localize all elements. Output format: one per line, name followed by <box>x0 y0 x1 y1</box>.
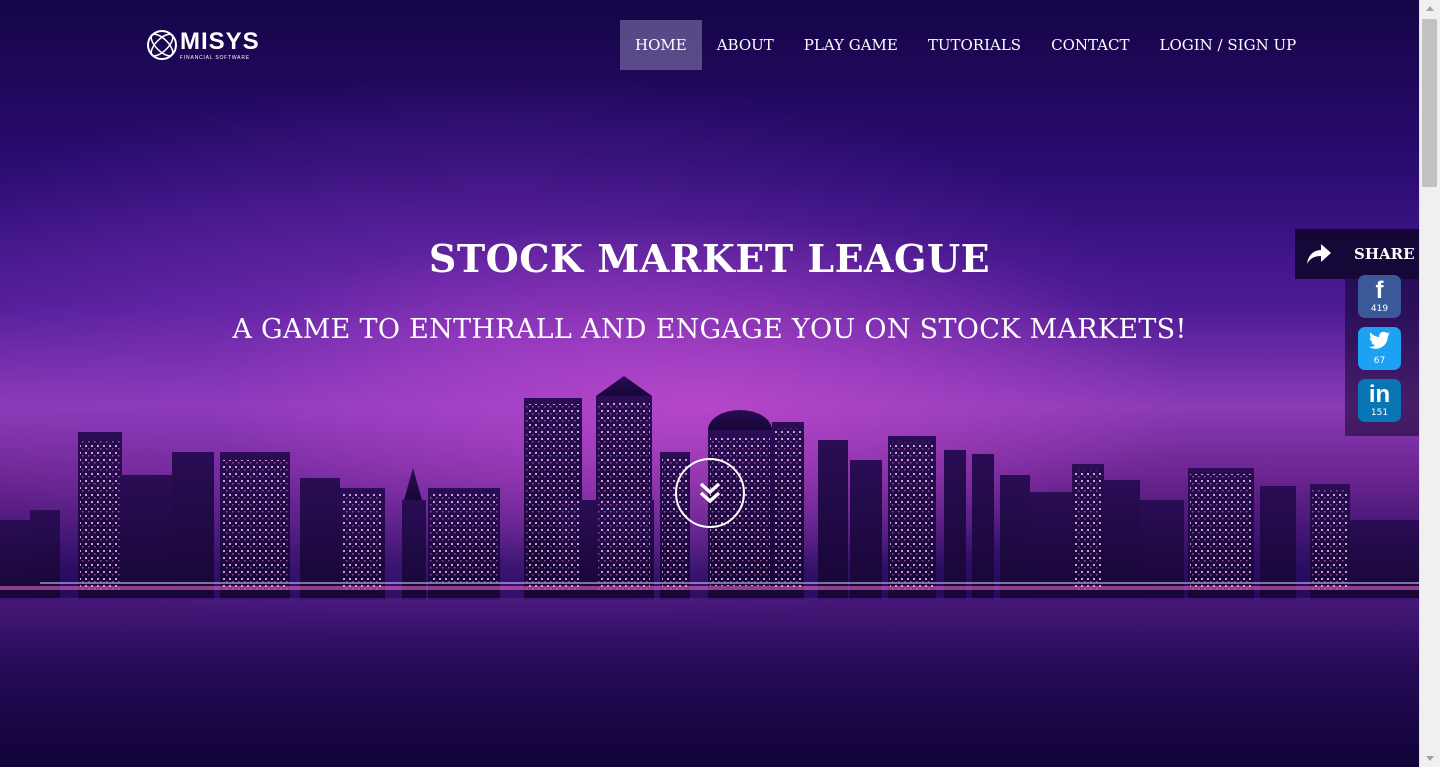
brand-tagline: FINANCIAL SOFTWARE <box>180 54 250 61</box>
brand-logo[interactable]: MISYS FINANCIAL SOFTWARE <box>146 28 260 62</box>
page: MISYS FINANCIAL SOFTWARE HOME ABOUT PLAY… <box>0 0 1440 767</box>
facebook-share-button[interactable]: f 419 <box>1358 275 1401 318</box>
vertical-scrollbar[interactable] <box>1419 0 1440 767</box>
twitter-share-button[interactable]: 67 <box>1358 327 1401 370</box>
facebook-icon: f <box>1375 277 1384 304</box>
nav-login-signup[interactable]: LOGIN / SIGN UP <box>1145 20 1312 70</box>
hero-section <box>0 0 1419 767</box>
hero-title: STOCK MARKET LEAGUE <box>428 236 991 281</box>
share-label: SHARE <box>1354 245 1415 263</box>
site-header: MISYS FINANCIAL SOFTWARE HOME ABOUT PLAY… <box>0 0 1419 90</box>
brand-name: MISYS <box>180 27 260 55</box>
logo-text: MISYS FINANCIAL SOFTWARE <box>180 27 260 61</box>
scrollbar-thumb[interactable] <box>1422 19 1437 187</box>
nav-about[interactable]: ABOUT <box>702 20 789 70</box>
scroll-down-arrow[interactable] <box>1420 750 1440 767</box>
linkedin-icon: in <box>1368 381 1391 408</box>
twitter-share-count: 67 <box>1373 356 1386 366</box>
share-header[interactable]: SHARE <box>1295 229 1419 279</box>
scroll-up-arrow-icon <box>1426 6 1434 11</box>
share-panel: SHARE f 419 67 in 151 <box>1295 229 1419 436</box>
share-buttons: f 419 67 in 151 <box>1345 275 1419 436</box>
scroll-up-arrow[interactable] <box>1420 0 1440 17</box>
twitter-bird-icon <box>1368 331 1391 349</box>
double-chevron-down-icon <box>699 482 721 504</box>
linkedin-share-button[interactable]: in 151 <box>1358 379 1401 422</box>
share-arrow-icon <box>1307 244 1331 264</box>
facebook-share-count: 419 <box>1370 304 1389 314</box>
nav-play-game[interactable]: PLAY GAME <box>789 20 913 70</box>
hero-subtitle: A GAME TO ENTHRALL AND ENGAGE YOU ON STO… <box>232 314 1187 345</box>
nav-contact[interactable]: CONTACT <box>1036 20 1144 70</box>
nav-tutorials[interactable]: TUTORIALS <box>913 20 1036 70</box>
water-reflection <box>0 598 1419 767</box>
nav-home[interactable]: HOME <box>620 20 702 70</box>
scroll-down-arrow-icon <box>1426 756 1434 761</box>
misys-globe-logo-icon <box>147 30 177 60</box>
main-nav: HOME ABOUT PLAY GAME TUTORIALS CONTACT L… <box>620 20 1311 70</box>
scroll-down-button[interactable] <box>675 458 745 528</box>
linkedin-share-count: 151 <box>1370 408 1389 418</box>
